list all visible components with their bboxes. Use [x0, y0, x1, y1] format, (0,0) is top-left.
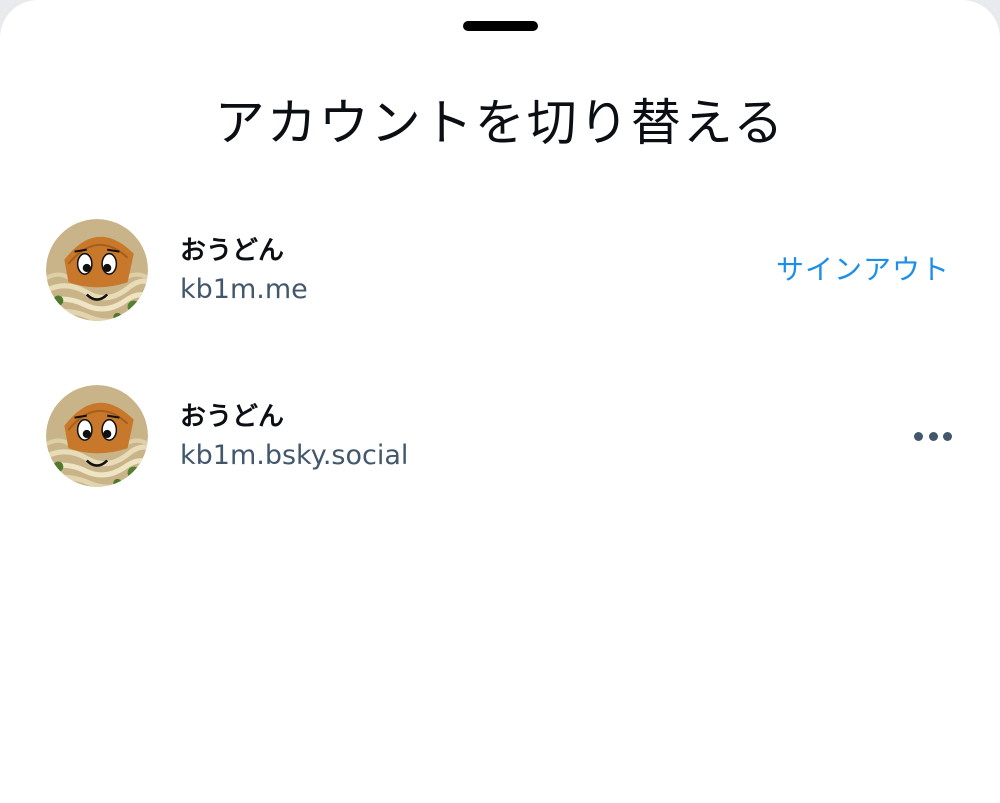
account-switcher-sheet: アカウントを切り替える おうどん kb1m.me サインアウト おうどん kb1… [0, 0, 1000, 803]
sheet-drag-handle[interactable] [463, 21, 538, 31]
sign-out-button[interactable]: サインアウト [776, 251, 950, 289]
account-row[interactable]: おうどん kb1m.me サインアウト [0, 215, 1000, 325]
dot [914, 431, 923, 441]
more-horizontal-icon[interactable] [914, 421, 952, 451]
account-display-name: おうどん [180, 402, 285, 432]
account-handle: kb1m.me [180, 274, 308, 305]
account-display-name: おうどん [180, 236, 285, 266]
account-row[interactable]: おうどん kb1m.bsky.social [0, 381, 1000, 491]
sheet-title: アカウントを切り替える [214, 94, 786, 152]
dot [943, 431, 952, 441]
account-handle: kb1m.bsky.social [180, 440, 409, 471]
dot [928, 431, 938, 441]
udon-avatar-icon [46, 385, 148, 487]
udon-avatar-icon [46, 219, 148, 321]
